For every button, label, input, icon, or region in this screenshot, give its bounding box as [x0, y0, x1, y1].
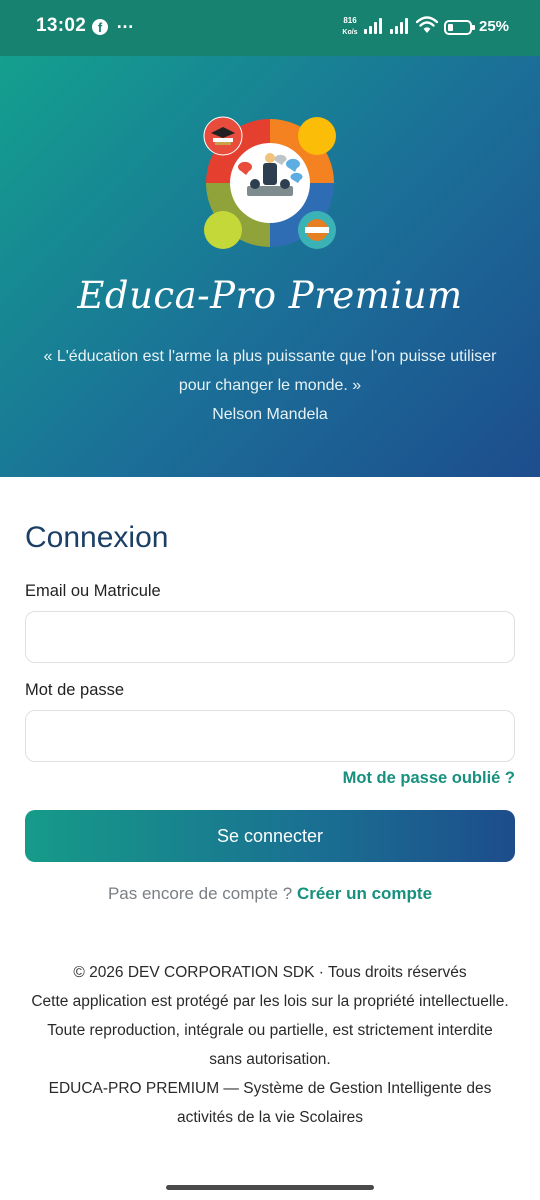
email-label: Email ou Matricule — [25, 582, 161, 600]
password-field[interactable] — [25, 710, 515, 762]
footer-tagline: EDUCA-PRO PREMIUM — Système de Gestion I… — [48, 1080, 492, 1126]
battery-icon — [444, 20, 475, 35]
login-screen: 13:02 f … 816 Ko/s 25% Educa-Pro Premium… — [0, 0, 540, 1200]
quote-author: Nelson Mandela — [212, 406, 328, 423]
network-speed-unit: Ko/s — [342, 29, 358, 36]
facebook-icon: f — [92, 19, 108, 35]
footer: © 2026 DEV CORPORATION SDK · Tous droits… — [30, 958, 510, 1132]
signal-icon — [390, 18, 410, 34]
wifi-icon — [416, 16, 438, 33]
login-title: Connexion — [25, 521, 169, 554]
battery-percentage: 25% — [479, 18, 510, 35]
quote: « L'éducation est l'arme la plus puissan… — [40, 342, 500, 429]
home-indicator[interactable] — [166, 1185, 374, 1190]
more-icon: … — [116, 12, 135, 32]
forgot-password-link[interactable]: Mot de passe oublié ? — [343, 769, 515, 788]
footer-copyright: © 2026 DEV CORPORATION SDK · Tous droits… — [73, 964, 467, 981]
app-logo — [203, 116, 336, 249]
quote-text: « L'éducation est l'arme la plus puissan… — [43, 348, 497, 394]
password-label: Mot de passe — [25, 681, 125, 699]
status-bar: 13:02 f … 816 Ko/s 25% — [0, 0, 540, 56]
network-speed: 816 Ko/s — [338, 15, 362, 38]
signup-row: Pas encore de compte ? Créer un compte — [0, 884, 540, 904]
battery-level-fill — [448, 24, 453, 31]
app-title: Educa-Pro Premium — [77, 274, 463, 317]
status-time: 13:02 — [36, 15, 87, 36]
hero-banner: Educa-Pro Premium « L'éducation est l'ar… — [0, 56, 540, 477]
network-speed-value: 816 — [343, 16, 357, 25]
footer-notice: Cette application est protégé par les lo… — [31, 993, 509, 1068]
email-field[interactable] — [25, 611, 515, 663]
create-account-link[interactable]: Créer un compte — [297, 884, 432, 903]
signal-icon — [364, 18, 384, 34]
login-button[interactable]: Se connecter — [25, 810, 515, 862]
no-account-text: Pas encore de compte ? — [107, 884, 297, 903]
